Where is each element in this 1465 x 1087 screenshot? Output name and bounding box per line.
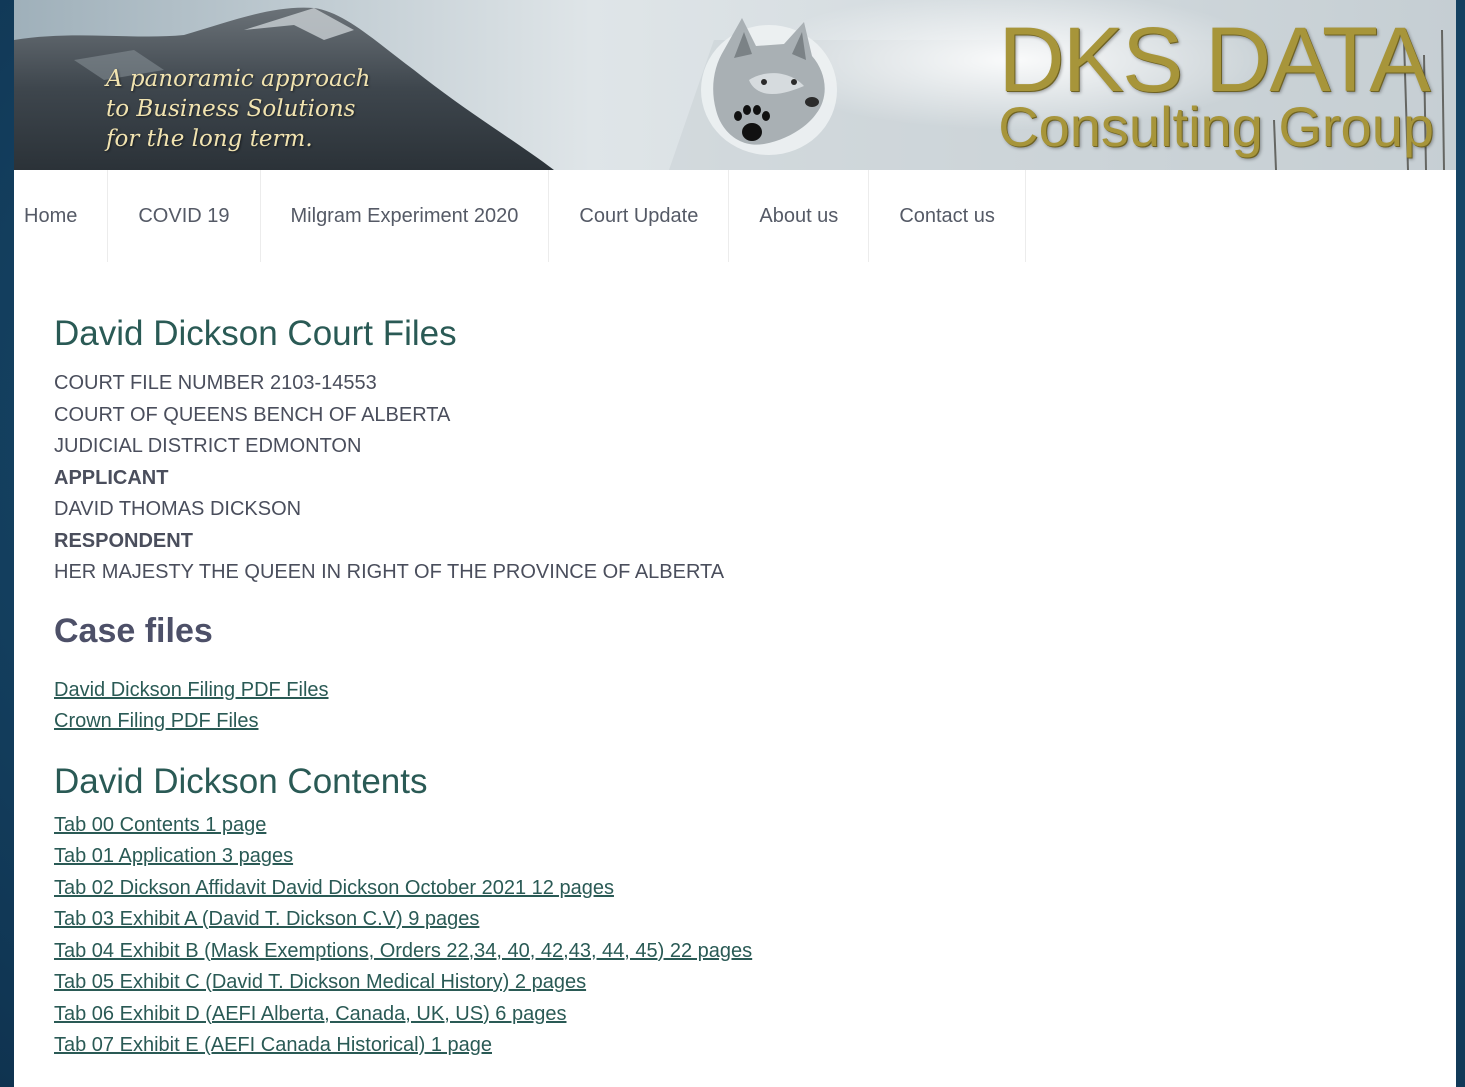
case-files-heading: Case files <box>54 611 213 650</box>
tagline-line: A panoramic approach <box>106 66 371 92</box>
page: A panoramic approach to Business Solutio… <box>14 0 1456 1087</box>
nav-item-court-update[interactable]: Court Update <box>549 170 730 262</box>
header-banner: A panoramic approach to Business Solutio… <box>14 0 1456 170</box>
case-file-link[interactable]: Crown Filing PDF Files <box>54 706 258 738</box>
tab-link[interactable]: Tab 05 Exhibit C (David T. Dickson Medic… <box>54 967 586 999</box>
court-file-info: COURT FILE NUMBER 2103-14553 COURT OF QU… <box>54 368 1414 589</box>
brand-name: DKS DATA <box>998 9 1430 111</box>
contents-heading: David Dickson Contents <box>54 761 428 801</box>
info-line: COURT OF QUEENS BENCH OF ALBERTA <box>54 403 451 426</box>
main-content: David Dickson Court Files COURT FILE NUM… <box>54 310 1414 1062</box>
info-label-respondent: RESPONDENT <box>54 529 193 552</box>
tab-link[interactable]: Tab 02 Dickson Affidavit David Dickson O… <box>54 873 614 905</box>
tab-link[interactable]: Tab 00 Contents 1 page <box>54 810 266 842</box>
page-title: David Dickson Court Files <box>54 314 457 353</box>
tagline-line: to Business Solutions <box>106 96 356 122</box>
banner-tagline: A panoramic approach to Business Solutio… <box>106 64 371 154</box>
info-line: JUDICIAL DISTRICT EDMONTON <box>54 435 362 457</box>
contents-tab-links: Tab 00 Contents 1 page Tab 01 Applicatio… <box>54 810 1414 1062</box>
nav-item-covid-19[interactable]: COVID 19 <box>108 170 261 262</box>
nav-item-milgram-experiment-2020[interactable]: Milgram Experiment 2020 <box>261 170 550 262</box>
brand-logo: DKS DATA Consulting Group <box>998 9 1434 158</box>
nav-item-about-us[interactable]: About us <box>729 170 870 262</box>
wolf-logo-icon <box>701 18 837 155</box>
case-file-link[interactable]: David Dickson Filing PDF Files <box>54 675 329 707</box>
case-file-links: David Dickson Filing PDF Files Crown Fil… <box>54 675 1414 738</box>
brand-subtitle: Consulting Group <box>998 95 1434 158</box>
tab-link[interactable]: Tab 06 Exhibit D (AEFI Alberta, Canada, … <box>54 999 566 1031</box>
info-line: DAVID THOMAS DICKSON <box>54 498 302 520</box>
main-navigation: Home COVID 19 Milgram Experiment 2020 Co… <box>14 170 1026 262</box>
info-line: COURT FILE NUMBER 2103-14553 <box>54 372 377 394</box>
nav-item-home[interactable]: Home <box>14 170 109 262</box>
info-line: HER MAJESTY THE QUEEN IN RIGHT OF THE PR… <box>54 561 725 583</box>
info-label-applicant: APPLICANT <box>54 466 169 489</box>
tab-link[interactable]: Tab 07 Exhibit E (AEFI Canada Historical… <box>54 1030 492 1062</box>
nav-item-contact-us[interactable]: Contact us <box>869 170 1026 262</box>
tagline-line: for the long term. <box>106 126 313 152</box>
tab-link[interactable]: Tab 01 Application 3 pages <box>54 841 293 873</box>
tab-link[interactable]: Tab 03 Exhibit A (David T. Dickson C.V) … <box>54 904 479 936</box>
tab-link[interactable]: Tab 04 Exhibit B (Mask Exemptions, Order… <box>54 936 752 968</box>
